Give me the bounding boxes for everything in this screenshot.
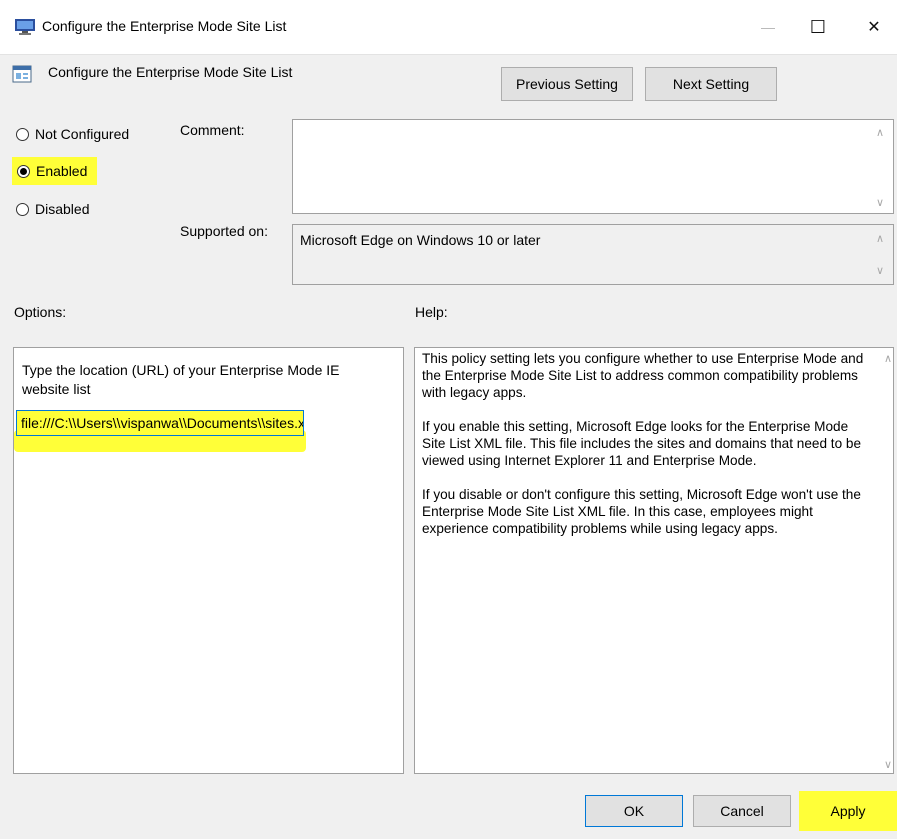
scroll-up-icon[interactable]: ∧ (884, 352, 892, 365)
scroll-up-icon[interactable]: ∧ (876, 126, 884, 139)
help-paragraph: This policy setting lets you configure w… (422, 351, 864, 400)
next-setting-button[interactable]: Next Setting (645, 67, 777, 101)
supported-on-label: Supported on: (180, 223, 268, 239)
close-button[interactable]: ✕ (851, 10, 897, 44)
supported-on-value: Microsoft Edge on Windows 10 or later (300, 232, 541, 248)
help-paragraph: If you disable or don't configure this s… (422, 487, 861, 536)
radio-label: Enabled (36, 163, 88, 179)
window-title: Configure the Enterprise Mode Site List (42, 18, 287, 34)
radio-selected-icon (17, 164, 30, 178)
scroll-down-icon[interactable]: ∨ (884, 758, 892, 771)
help-paragraph: If you enable this setting, Microsoft Ed… (422, 419, 862, 468)
options-label: Options: (14, 304, 67, 320)
scroll-down-icon[interactable]: ∨ (876, 264, 884, 277)
setting-title: Configure the Enterprise Mode Site List (48, 64, 293, 80)
cancel-button[interactable]: Cancel (693, 795, 791, 827)
close-icon: ✕ (867, 19, 881, 36)
comment-label: Comment: (180, 122, 245, 138)
radio-circle-icon (16, 202, 29, 216)
minimize-icon: — (761, 19, 775, 35)
options-description: Type the location (URL) of your Enterpri… (22, 362, 340, 397)
policy-app-icon (15, 19, 35, 35)
site-list-url-input[interactable]: file:///C:\\Users\\vispanwa\\Documents\\… (16, 410, 304, 436)
title-bar: Configure the Enterprise Mode Site List … (0, 0, 897, 55)
help-label: Help: (415, 304, 448, 320)
previous-setting-button[interactable]: Previous Setting (501, 67, 633, 101)
scroll-up-icon[interactable]: ∧ (876, 232, 884, 245)
help-text: This policy setting lets you configure w… (422, 350, 874, 554)
ok-button[interactable]: OK (585, 795, 683, 827)
minimize-button[interactable]: — (745, 10, 791, 44)
radio-enabled[interactable]: Enabled (12, 157, 98, 185)
radio-disabled[interactable]: Disabled (16, 201, 89, 217)
radio-circle-icon (16, 127, 29, 141)
comment-textarea[interactable] (292, 119, 894, 214)
radio-label: Not Configured (35, 126, 130, 142)
scroll-down-icon[interactable]: ∨ (876, 196, 884, 209)
maximize-button[interactable]: ☐ (795, 10, 841, 44)
apply-button[interactable]: Apply (799, 791, 897, 831)
setting-icon (12, 65, 32, 83)
maximize-icon: ☐ (809, 16, 827, 37)
radio-label: Disabled (35, 201, 90, 217)
radio-not-configured[interactable]: Not Configured (16, 126, 129, 142)
